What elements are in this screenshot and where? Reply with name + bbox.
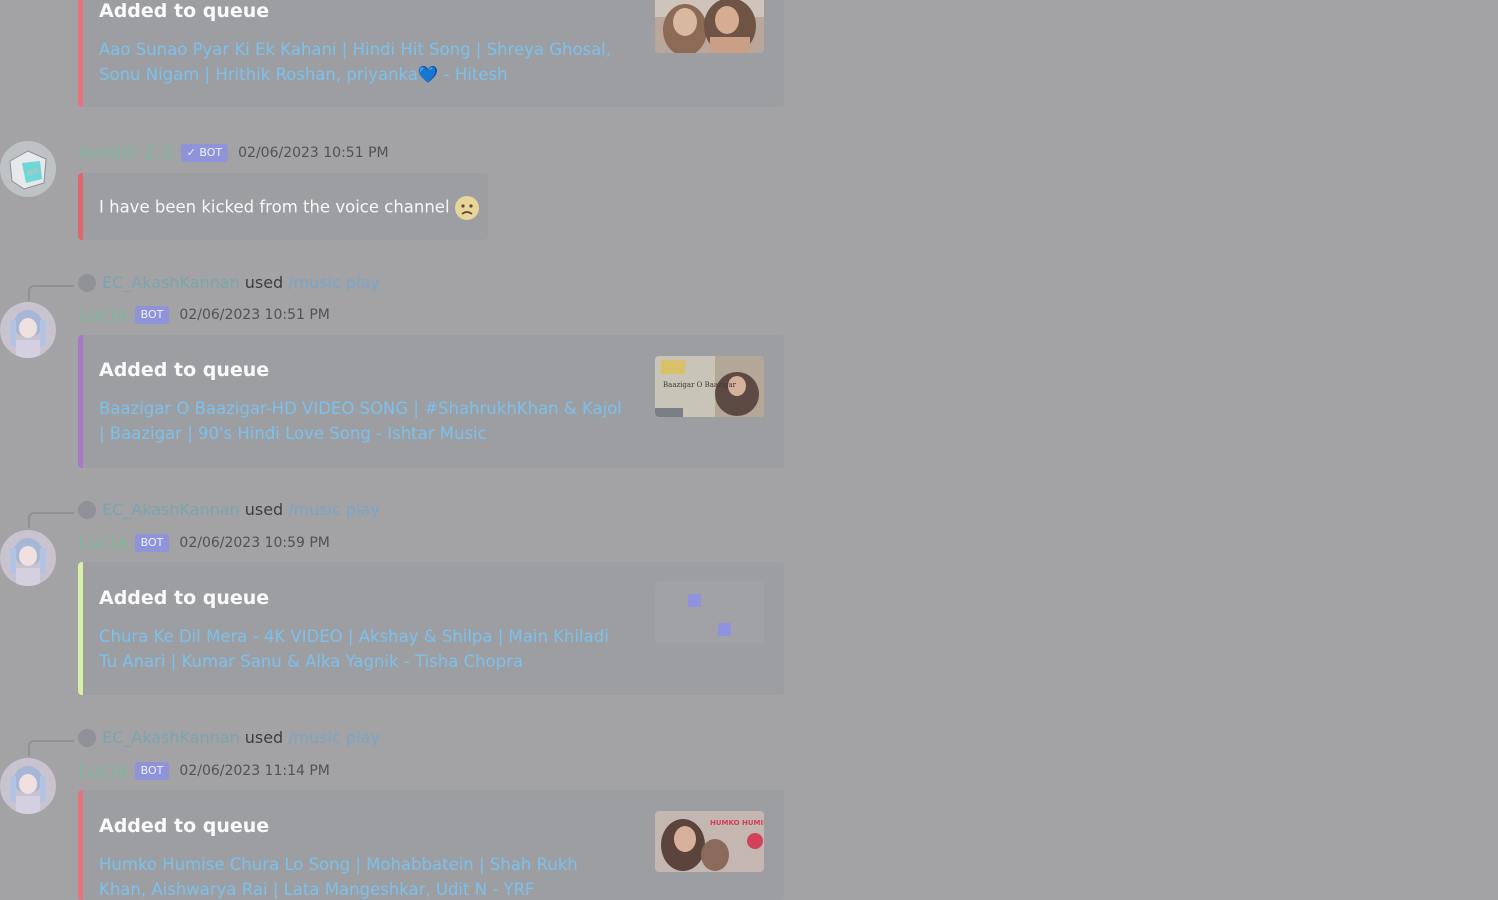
slash-command[interactable]: /music play: [288, 728, 380, 747]
username[interactable]: Lucia: [78, 760, 128, 782]
bot-avatar-image: [0, 758, 56, 814]
avatar[interactable]: [0, 530, 56, 586]
video-thumbnail[interactable]: [655, 0, 764, 53]
embed-accent-bar: [78, 790, 83, 900]
embed-title: Added to queue: [99, 815, 270, 837]
embed-text: I have been kicked from the voice channe…: [99, 195, 480, 221]
video-thumbnail-loading[interactable]: [655, 582, 764, 643]
timestamp: 02/06/2023 10:51 PM: [238, 145, 389, 161]
username[interactable]: Lucia: [78, 304, 128, 326]
embed-description-link[interactable]: Humko Humise Chura Lo Song | Mohabbatein…: [99, 852, 629, 900]
status-embed: I have been kicked from the voice channe…: [78, 173, 488, 240]
embed-accent-bar: [78, 335, 83, 468]
avatar[interactable]: [0, 758, 56, 814]
video-thumbnail[interactable]: Baazigar O Baazigar: [655, 356, 764, 417]
embed-title: Added to queue: [99, 587, 270, 609]
thumbnail-image: HUMKO HUMISE CHURA LO: [655, 811, 764, 872]
username[interactable]: Lucia: [78, 532, 128, 554]
slash-command[interactable]: /music play: [288, 273, 380, 292]
queue-embed: Added to queue Baazigar O Baazigar-HD VI…: [78, 335, 784, 468]
command-reply[interactable]: EC_AkashKannan used /music play: [28, 273, 380, 301]
reply-spine: [28, 740, 74, 756]
reply-avatar: [78, 728, 96, 747]
loading-icon: [688, 594, 731, 636]
bot-badge: BOT: [134, 306, 170, 324]
bot-avatar-image: [0, 530, 56, 586]
kicked-message: I have been kicked from the voice channe…: [99, 197, 450, 217]
message-header: Ambili 2.0 ✓ BOT 02/06/2023 10:51 PM: [78, 142, 389, 164]
timestamp: 02/06/2023 10:51 PM: [179, 307, 330, 323]
queue-embed: Added to queue Chura Ke Dil Mera - 4K VI…: [78, 562, 784, 695]
reply-used-label: used: [244, 273, 284, 292]
embed-title: Added to queue: [99, 0, 270, 22]
reply-used-label: used: [244, 728, 284, 747]
embed-description-link[interactable]: Baazigar O Baazigar-HD VIDEO SONG | #Sha…: [99, 396, 629, 446]
embed-accent-bar: [78, 562, 83, 695]
reply-avatar: [78, 273, 96, 292]
slash-command[interactable]: /music play: [288, 500, 380, 519]
reply-avatar: [78, 500, 96, 519]
timestamp: 02/06/2023 11:14 PM: [179, 763, 330, 779]
queue-embed: Added to queue Humko Humise Chura Lo Son…: [78, 790, 784, 900]
command-reply[interactable]: EC_AkashKannan used /music play: [28, 500, 380, 528]
bot-avatar-image: [0, 141, 56, 197]
embed-title: Added to queue: [99, 359, 270, 381]
message-header: Lucia BOT 02/06/2023 11:14 PM: [78, 760, 330, 782]
reply-spine: [28, 285, 74, 301]
thumbnail-title: HUMKO HUMISE CHURA LO: [710, 819, 764, 827]
message-header: Lucia BOT 02/06/2023 10:51 PM: [78, 304, 330, 326]
command-reply[interactable]: EC_AkashKannan used /music play: [28, 728, 380, 756]
reply-spine: [28, 512, 74, 528]
video-thumbnail[interactable]: HUMKO HUMISE CHURA LO: [655, 811, 764, 872]
reply-used-label: used: [244, 500, 284, 519]
queue-embed: Added to queue Aao Sunao Pyar Ki Ek Kaha…: [78, 0, 784, 107]
message-header: Lucia BOT 02/06/2023 10:59 PM: [78, 532, 330, 554]
thumbnail-title: Baazigar O Baazigar: [663, 381, 737, 389]
thumbnail-image: Baazigar O Baazigar: [655, 356, 764, 417]
reply-username[interactable]: EC_AkashKannan: [102, 273, 240, 292]
avatar[interactable]: [0, 302, 56, 358]
embed-description-link[interactable]: Aao Sunao Pyar Ki Ek Kahani | Hindi Hit …: [99, 37, 629, 87]
bot-avatar-image: [0, 302, 56, 358]
embed-description-link[interactable]: Chura Ke Dil Mera - 4K VIDEO | Akshay & …: [99, 624, 629, 674]
reply-username[interactable]: EC_AkashKannan: [102, 728, 240, 747]
timestamp: 02/06/2023 10:59 PM: [179, 535, 330, 551]
embed-accent-bar: [78, 173, 83, 240]
avatar[interactable]: [0, 141, 56, 197]
bot-badge: BOT: [134, 762, 170, 780]
bot-badge: BOT: [134, 534, 170, 552]
embed-accent-bar: [78, 0, 83, 107]
thumbnail-image: [655, 0, 764, 53]
verified-bot-badge: ✓ BOT: [180, 144, 229, 162]
username[interactable]: Ambili 2.0: [78, 142, 174, 164]
slightly-frowning-face-icon: [454, 195, 480, 221]
reply-username[interactable]: EC_AkashKannan: [102, 500, 240, 519]
